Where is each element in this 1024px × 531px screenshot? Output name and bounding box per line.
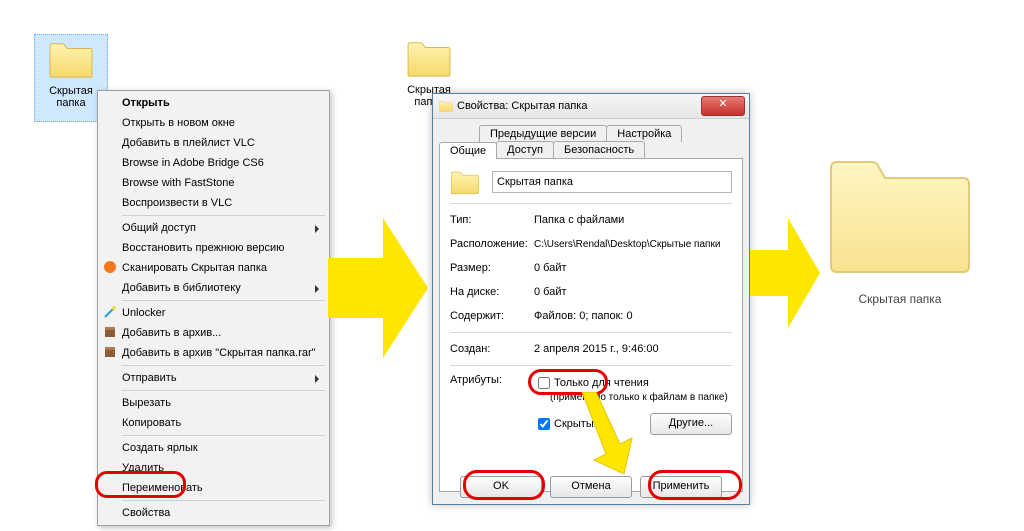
ctx-play-vlc[interactable]: Воспроизвести в VLC bbox=[100, 193, 327, 213]
size-label: Размер: bbox=[450, 262, 534, 274]
ctx-delete[interactable]: Удалить bbox=[100, 458, 327, 478]
ok-button[interactable]: OK bbox=[460, 476, 542, 498]
ctx-separator bbox=[122, 435, 325, 436]
folder-icon bbox=[47, 39, 95, 79]
wand-icon bbox=[103, 305, 117, 319]
readonly-checkbox[interactable] bbox=[538, 377, 550, 389]
ctx-unlocker[interactable]: Unlocker bbox=[100, 303, 327, 323]
archive-icon bbox=[103, 325, 117, 339]
location-label: Расположение: bbox=[450, 238, 534, 250]
type-label: Тип: bbox=[450, 214, 534, 226]
folder-name-input[interactable] bbox=[492, 171, 732, 193]
dialog-buttons: OK Отмена Применить bbox=[433, 476, 749, 498]
ctx-browse-bridge[interactable]: Browse in Adobe Bridge CS6 bbox=[100, 153, 327, 173]
ctx-send-to[interactable]: Отправить bbox=[100, 368, 327, 388]
ctx-separator bbox=[122, 215, 325, 216]
folder-icon bbox=[405, 38, 453, 78]
ctx-open-new-window[interactable]: Открыть в новом окне bbox=[100, 113, 327, 133]
contains-value: Файлов: 0; папок: 0 bbox=[534, 310, 732, 322]
size-value: 0 байт bbox=[534, 262, 732, 274]
folder-icon bbox=[450, 169, 480, 195]
other-attributes-button[interactable]: Другие... bbox=[650, 413, 732, 435]
archive-icon bbox=[103, 345, 117, 359]
ctx-add-archive[interactable]: Добавить в архив... bbox=[100, 323, 327, 343]
ctx-scan[interactable]: Сканировать Скрытая папка bbox=[100, 258, 327, 278]
arrow-hidden-to-apply bbox=[576, 392, 636, 474]
context-menu: Открыть Открыть в новом окне Добавить в … bbox=[97, 90, 330, 526]
ctx-copy[interactable]: Копировать bbox=[100, 413, 327, 433]
tab-row-top: Предыдущие версии Настройка bbox=[439, 125, 743, 142]
cancel-button[interactable]: Отмена bbox=[550, 476, 632, 498]
created-label: Создан: bbox=[450, 343, 534, 355]
dialog-titlebar[interactable]: Свойства: Скрытая папка ✕ bbox=[433, 94, 749, 119]
close-button[interactable]: ✕ bbox=[701, 96, 745, 116]
ctx-add-archive-rar[interactable]: Добавить в архив "Скрытая папка.rar" bbox=[100, 343, 327, 363]
ctx-separator bbox=[122, 390, 325, 391]
step3-folder[interactable]: Скрытая папка bbox=[820, 148, 980, 306]
ctx-share[interactable]: Общий доступ bbox=[100, 218, 327, 238]
ctx-browse-faststone[interactable]: Browse with FastStone bbox=[100, 173, 327, 193]
type-value: Папка с файлами bbox=[534, 214, 732, 226]
dialog-title: Свойства: Скрытая папка bbox=[457, 100, 587, 112]
location-value: C:\Users\Rendal\Desktop\Скрытые папки bbox=[534, 239, 732, 250]
ctx-separator bbox=[122, 500, 325, 501]
tab-row-bottom: Общие Доступ Безопасность bbox=[439, 141, 743, 158]
contains-label: Содержит: bbox=[450, 310, 534, 322]
ctx-properties[interactable]: Свойства bbox=[100, 503, 327, 523]
ctx-restore-previous[interactable]: Восстановить прежнюю версию bbox=[100, 238, 327, 258]
folder-icon bbox=[825, 148, 975, 278]
ctx-create-shortcut[interactable]: Создать ярлык bbox=[100, 438, 327, 458]
step3-folder-label: Скрытая папка bbox=[859, 292, 942, 306]
tab-settings[interactable]: Настройка bbox=[606, 125, 682, 142]
hidden-checkbox[interactable] bbox=[538, 418, 550, 430]
ondisk-value: 0 байт bbox=[534, 286, 732, 298]
readonly-checkbox-row[interactable]: Только для чтения bbox=[534, 374, 732, 392]
tab-previous-versions[interactable]: Предыдущие версии bbox=[479, 125, 607, 142]
ctx-add-library[interactable]: Добавить в библиотеку bbox=[100, 278, 327, 298]
ctx-separator bbox=[122, 300, 325, 301]
folder-icon bbox=[439, 99, 453, 113]
ctx-rename[interactable]: Переименовать bbox=[100, 478, 327, 498]
attrs-label: Атрибуты: bbox=[450, 374, 534, 386]
ctx-separator bbox=[122, 365, 325, 366]
arrow-step1-to-step2 bbox=[328, 218, 428, 358]
scan-icon bbox=[103, 260, 117, 274]
ondisk-label: На диске: bbox=[450, 286, 534, 298]
arrow-step2-to-step3 bbox=[750, 218, 820, 328]
ctx-cut[interactable]: Вырезать bbox=[100, 393, 327, 413]
apply-button[interactable]: Применить bbox=[640, 476, 722, 498]
tab-general[interactable]: Общие bbox=[439, 142, 497, 159]
ctx-add-vlc-playlist[interactable]: Добавить в плейлист VLC bbox=[100, 133, 327, 153]
tab-access[interactable]: Доступ bbox=[496, 141, 554, 158]
created-value: 2 апреля 2015 г., 9:46:00 bbox=[534, 343, 732, 355]
tab-security[interactable]: Безопасность bbox=[553, 141, 645, 158]
ctx-open[interactable]: Открыть bbox=[100, 93, 327, 113]
